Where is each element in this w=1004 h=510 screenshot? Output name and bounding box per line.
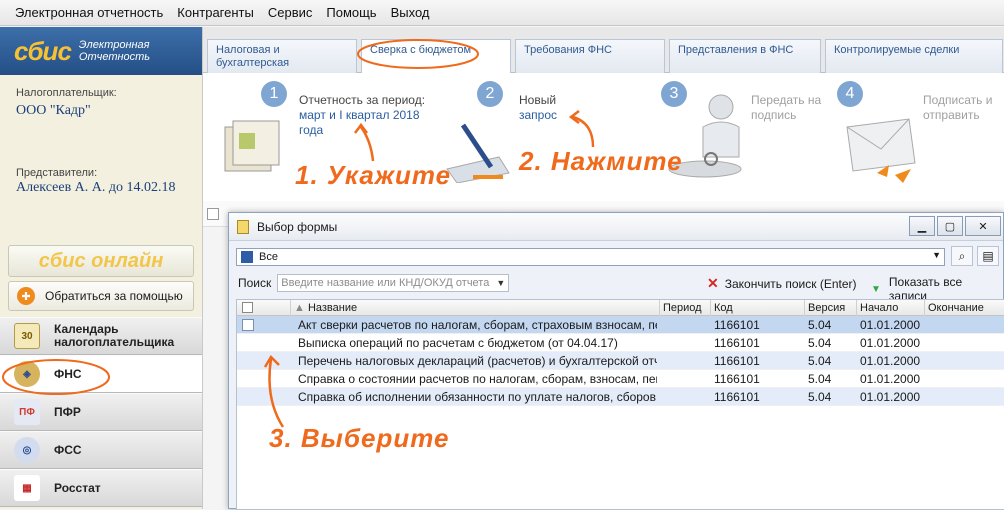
filter-icon: ▼ xyxy=(871,283,881,295)
nav-calendar-label: Календарь налогоплательщика xyxy=(54,322,175,349)
col-version[interactable]: Версия xyxy=(805,300,857,316)
search-icon[interactable]: ⌕ xyxy=(951,246,973,266)
search-input[interactable]: Введите название или КНД/ОКУД отчета ▼ xyxy=(277,274,510,292)
chevron-down-icon: ▼ xyxy=(932,250,941,260)
table-row[interactable]: Справка об исполнении обязанности по упл… xyxy=(237,388,1004,406)
sbis-online-button[interactable]: сбис онлайн xyxy=(8,245,194,277)
lifebuoy-icon: ✚ xyxy=(17,287,35,305)
col-code[interactable]: Код xyxy=(711,300,805,316)
step-4-number: 4 xyxy=(837,81,863,107)
folder-icon xyxy=(237,219,249,234)
sbis-logo: сбис xyxy=(14,35,72,66)
dialog-title: Выбор формы xyxy=(257,219,338,234)
finish-search-button[interactable]: ✕ Закончить поиск (Enter) xyxy=(707,275,857,292)
menu-help[interactable]: Помощь xyxy=(326,5,376,20)
tab-tax-reporting[interactable]: Налоговая и бухгалтерская отчетность xyxy=(207,39,357,82)
tab-fns-submissions[interactable]: Представления в ФНС xyxy=(669,39,821,73)
envelope-icon xyxy=(846,118,916,183)
taxpayer-label: Налогоплательщик: xyxy=(16,87,117,99)
step-3-text: Передать на подпись xyxy=(751,93,822,122)
col-end[interactable]: Окончание xyxy=(925,300,1004,316)
calendar-stack-icon xyxy=(224,120,280,172)
list-icon xyxy=(241,251,253,263)
taxpayer-value[interactable]: ООО "Кадр" xyxy=(16,103,91,119)
help-button[interactable]: ✚ Обратиться за помощью xyxy=(8,281,194,311)
close-search-icon: ✕ xyxy=(707,275,719,291)
nav-fss-label: ФСС xyxy=(54,443,82,457)
tab-bar: Налоговая и бухгалтерская отчетность Све… xyxy=(203,27,1004,82)
search-dropdown-icon: ▼ xyxy=(496,278,506,288)
form-select-dialog: Выбор формы ▁ ▢ ✕ Все ▼ ⌕ ▤ Поиск Введит… xyxy=(228,212,1004,510)
nav-pfr-label: ПФР xyxy=(54,405,81,419)
step-2-number: 2 xyxy=(477,81,503,107)
table-row[interactable]: Акт сверки расчетов по налогам, сборам, … xyxy=(237,316,1004,334)
help-label: Обратиться за помощью xyxy=(45,289,183,303)
annotation-3-arrow xyxy=(263,354,285,428)
annotation-3: 3. Выберите xyxy=(269,423,450,453)
row-checkbox[interactable] xyxy=(242,319,254,331)
forms-grid: ▲ Название Период Код Версия Начало Окон… xyxy=(236,299,1004,510)
maximize-button[interactable]: ▢ xyxy=(937,216,963,236)
annotation-2-arrow xyxy=(568,110,595,148)
close-button[interactable]: ✕ xyxy=(965,216,1001,236)
logo-band: сбис Электронная Отчетность xyxy=(0,27,202,75)
period-link[interactable]: март и I квартал 2018 xyxy=(299,108,420,122)
nav-rosstat-label: Росстат xyxy=(54,481,101,495)
left-panel: сбис Электронная Отчетность Налогоплател… xyxy=(0,27,203,509)
calendar-icon: 30 xyxy=(14,323,40,349)
nav-rosstat[interactable]: ▦ Росстат xyxy=(0,469,202,507)
pen-paper-icon xyxy=(446,123,510,183)
fns-highlight-circle xyxy=(2,359,110,395)
settings-icon[interactable]: ▤ xyxy=(977,246,999,266)
menu-bar: Электронная отчетность Контрагенты Серви… xyxy=(0,0,1004,26)
menu-reporting[interactable]: Электронная отчетность xyxy=(15,5,163,20)
tab-fns-requirements[interactable]: Требования ФНС xyxy=(515,39,665,73)
col-start[interactable]: Начало xyxy=(857,300,925,316)
steps-panel: 1 Отчетность за период: март и I квартал… xyxy=(203,73,1004,201)
search-label: Поиск xyxy=(238,276,272,290)
representative-label: Представители: xyxy=(16,167,98,179)
grid-header: ▲ Название Период Код Версия Начало Окон… xyxy=(237,300,1004,316)
tab-controlled-deals[interactable]: Контролируемые сделки xyxy=(825,39,1003,73)
step-1-number: 1 xyxy=(261,81,287,107)
col-period[interactable]: Период xyxy=(660,300,711,316)
table-row[interactable]: Выписка операций по расчетам с бюджетом … xyxy=(237,334,1004,352)
col-name[interactable]: ▲ Название xyxy=(291,300,660,316)
minimize-button[interactable]: ▁ xyxy=(909,216,935,236)
nav-calendar[interactable]: 30 Календарь налогоплательщика xyxy=(0,317,202,355)
header-checkbox[interactable] xyxy=(242,302,253,313)
select-all-checkbox[interactable] xyxy=(207,208,219,220)
step-4-text: Подписать и отправить xyxy=(923,93,993,122)
pfr-icon: ПФ xyxy=(14,399,40,425)
menu-service[interactable]: Сервис xyxy=(268,5,313,20)
table-row[interactable]: Перечень налоговых деклараций (расчетов)… xyxy=(237,352,1004,370)
logo-subtitle: Электронная Отчетность xyxy=(78,39,151,63)
nav-fss[interactable]: ◎ ФСС xyxy=(0,431,202,469)
table-row[interactable]: Справка о состоянии расчетов по налогам,… xyxy=(237,370,1004,388)
representative-value[interactable]: Алексеев А. А. до 14.02.18 xyxy=(16,180,176,196)
rosstat-icon: ▦ xyxy=(14,475,40,501)
dialog-titlebar: Выбор формы ▁ ▢ ✕ xyxy=(229,213,1003,241)
tab-highlight-circle xyxy=(357,39,479,69)
header-checkbox-col xyxy=(237,300,291,316)
menu-exit[interactable]: Выход xyxy=(391,5,430,20)
form-filter-select[interactable]: Все ▼ xyxy=(236,248,945,266)
annotation-1-arrow xyxy=(354,122,375,162)
nav-pfr[interactable]: ПФ ПФР xyxy=(0,393,202,431)
menu-counterparties[interactable]: Контрагенты xyxy=(177,5,254,20)
fss-icon: ◎ xyxy=(14,437,40,463)
